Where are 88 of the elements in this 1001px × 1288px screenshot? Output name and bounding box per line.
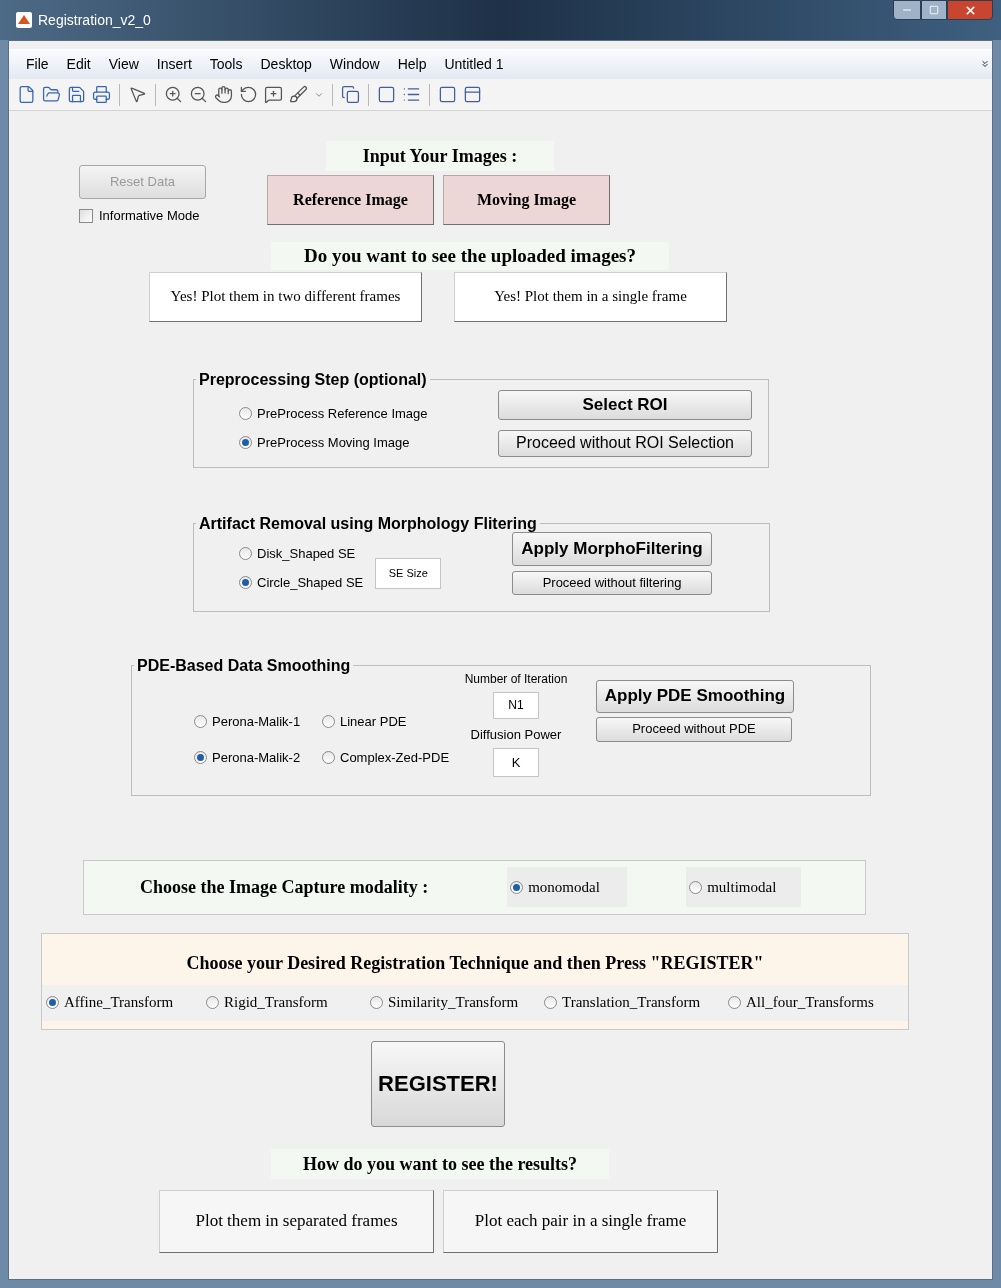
section-heading: Input Your Images : [326, 141, 554, 171]
radio-option[interactable]: Linear PDE [322, 711, 452, 731]
pointer-icon[interactable] [128, 85, 147, 104]
push-button[interactable]: Apply PDE Smoothing [596, 679, 794, 713]
save-icon[interactable] [67, 85, 86, 104]
menu-item[interactable]: Tools [200, 53, 252, 75]
register-button[interactable]: REGISTER! [371, 1040, 505, 1127]
radio-button[interactable] [194, 751, 207, 765]
close-button[interactable] [947, 0, 993, 20]
maximize-button[interactable] [921, 0, 947, 20]
radio-button[interactable] [206, 996, 219, 1009]
radio-option[interactable]: Circle_Shaped SE [239, 573, 364, 593]
radio-button[interactable] [544, 996, 557, 1009]
push-button[interactable]: Proceed without filtering [512, 570, 712, 595]
menu-item[interactable]: View [99, 53, 148, 75]
radio-button[interactable] [239, 576, 252, 590]
section-heading: How do you want to see the results? [271, 1148, 609, 1179]
overflow-icon[interactable] [980, 59, 990, 69]
menu-item[interactable]: Untitled 1 [435, 53, 513, 75]
menu-item[interactable]: Help [388, 53, 436, 75]
field-label: Diffusion Power [470, 725, 562, 744]
radio-option[interactable]: Translation_Transform [544, 991, 728, 1014]
radio-button[interactable] [322, 714, 335, 728]
text-field[interactable]: N1 [493, 691, 539, 719]
printer-icon[interactable] [92, 85, 111, 104]
section-heading: Choose the Image Capture modality : [140, 875, 429, 899]
radio-button[interactable] [322, 751, 335, 765]
field-label: Number of Iteration [464, 670, 568, 688]
radio-button[interactable] [239, 436, 252, 450]
radio-option[interactable]: Complex-Zed-PDE [322, 748, 452, 768]
push-button[interactable]: Proceed without ROI Selection [498, 429, 752, 457]
plot-button[interactable]: Plot each pair in a single frame [443, 1189, 718, 1253]
plot-button[interactable]: Plot them in separated frames [159, 1189, 434, 1253]
menu-item[interactable]: Edit [57, 53, 100, 75]
panel-title: Artifact Removal using Morphology Flitering [198, 513, 538, 534]
panel-title: PDE-Based Data Smoothing [136, 655, 352, 676]
radio-button[interactable] [239, 546, 252, 560]
checkbox-option[interactable]: Informative Mode [79, 206, 219, 226]
close-icon [963, 3, 977, 17]
menu-item[interactable]: Window [320, 53, 389, 75]
menu-item[interactable]: Insert [147, 53, 201, 75]
radio-button[interactable] [194, 714, 207, 728]
panel-title: Preprocessing Step (optional) [198, 369, 428, 390]
upload-button[interactable]: Moving Image [443, 175, 610, 225]
app-logo-icon [16, 12, 32, 28]
radio-option[interactable]: Similarity_Transform [370, 991, 544, 1014]
zoom-in-icon[interactable] [164, 85, 183, 104]
push-button[interactable]: Proceed without PDE [596, 716, 792, 742]
plot-button[interactable]: Yes! Plot them in a single frame [454, 271, 727, 322]
window-title: Registration_v2_0 [38, 10, 151, 30]
upload-button[interactable]: Reference Image [267, 175, 434, 225]
frame-icon[interactable] [463, 85, 482, 104]
zoom-out-icon[interactable] [189, 85, 208, 104]
folder-icon[interactable] [42, 85, 61, 104]
push-button[interactable]: Select ROI [498, 389, 752, 420]
radio-button[interactable] [510, 880, 524, 894]
brush-icon[interactable] [289, 85, 308, 104]
radio-option[interactable]: monomodal [507, 867, 628, 907]
text-field[interactable]: K [493, 748, 539, 777]
radio-option[interactable]: PreProcess Reference Image [239, 403, 428, 423]
rotate-icon[interactable] [239, 85, 258, 104]
radio-option[interactable]: Perona-Malik-1 [194, 711, 322, 731]
radio-option[interactable]: multimodal [686, 867, 802, 907]
hand-icon[interactable] [214, 85, 233, 104]
plot-button[interactable]: Yes! Plot them in two different frames [149, 271, 422, 322]
radio-option[interactable]: Rigid_Transform [206, 991, 370, 1014]
radio-option[interactable]: Perona-Malik-2 [194, 748, 322, 768]
radio-button[interactable] [46, 996, 59, 1009]
maximize-icon [929, 5, 939, 15]
text-field[interactable]: SE Size [375, 557, 442, 589]
checkbox[interactable] [79, 208, 93, 223]
menu-item[interactable]: Desktop [251, 53, 321, 75]
radio-button[interactable] [728, 996, 741, 1009]
radio-option[interactable]: Disk_Shaped SE [239, 543, 364, 563]
radio-option[interactable]: All_four_Transforms [728, 991, 874, 1014]
radio-option[interactable]: PreProcess Moving Image [239, 433, 428, 453]
legend-icon[interactable] [402, 85, 421, 104]
new-file-icon[interactable] [17, 85, 36, 104]
square-icon[interactable] [438, 85, 457, 104]
radio-button[interactable] [370, 996, 383, 1009]
radio-option[interactable]: Affine_Transform [46, 991, 206, 1014]
radio-button[interactable] [689, 880, 703, 894]
section-heading: Do you want to see the uploaded images? [271, 241, 669, 270]
radio-button[interactable] [239, 406, 252, 420]
menu-item[interactable]: File [17, 53, 58, 75]
push-button[interactable]: Apply MorphoFiltering [512, 531, 712, 566]
minimize-button[interactable] [893, 0, 921, 20]
section-heading: Choose your Desired Registration Technique and then Press "REGISTER" [185, 951, 765, 975]
